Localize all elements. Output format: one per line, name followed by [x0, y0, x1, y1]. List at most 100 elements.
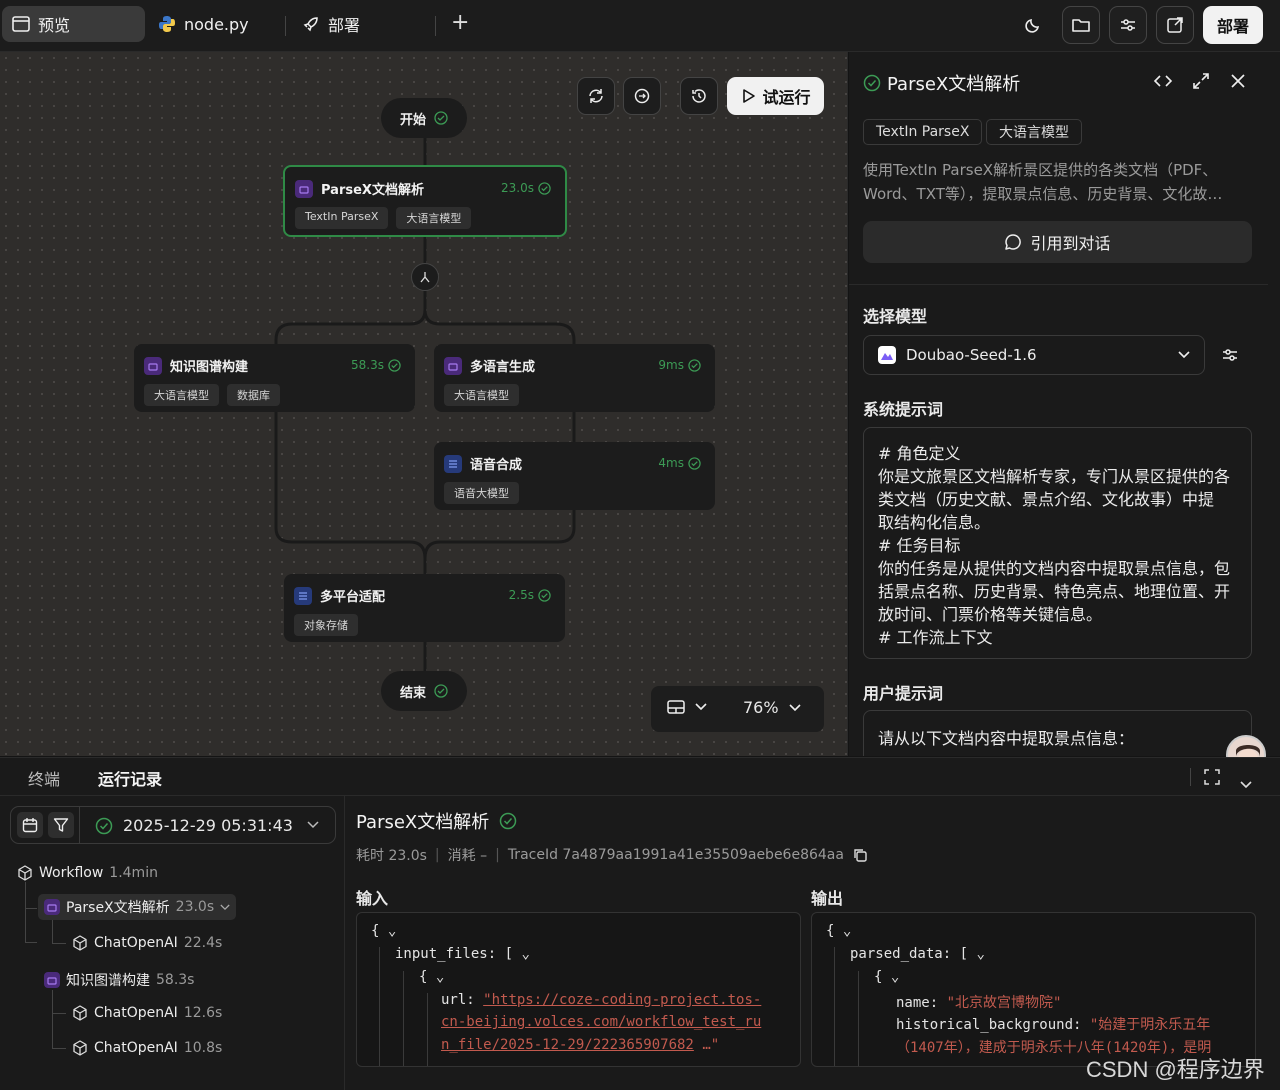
workflow-node-tts[interactable]: 语音合成 4ms 语音大模型: [434, 442, 715, 510]
workflow-node-knowledge-graph[interactable]: 知识图谱构建 58.3s 大语言模型 数据库: [134, 344, 415, 412]
tab-node-py-label: node.py: [184, 14, 249, 34]
tree-item-label: ParseX文档解析: [66, 900, 170, 916]
user-prompt-editor[interactable]: 请从以下文档内容中提取景点信息：: [863, 710, 1252, 756]
tree-item-chatopenai[interactable]: ChatOpenAI 22.4s: [72, 935, 222, 951]
workflow-node-parsex[interactable]: ParseX文档解析 23.0s TextIn ParseX 大语言模型: [283, 165, 567, 237]
prompt-line: 你是文旅景区文档解析专家，专门从景区提供的各: [878, 467, 1231, 486]
settings-button[interactable]: [1109, 6, 1147, 44]
code-view-button[interactable]: [1153, 72, 1173, 94]
node-duration: 9ms: [658, 358, 701, 372]
sync-button[interactable]: [623, 77, 661, 115]
prompt-line: 取结构化信息。: [878, 513, 991, 532]
model-settings-button[interactable]: [1221, 346, 1239, 368]
json-url[interactable]: n_file/2025-12-29/222365907682: [441, 1037, 694, 1053]
prompt-line: # 任务目标: [878, 536, 961, 555]
detail-duration: 耗时 23.0s: [356, 848, 427, 864]
node-header: ParseX文档解析: [295, 179, 424, 198]
collapse-button[interactable]: [1240, 774, 1252, 793]
json-url[interactable]: cn-beijing.volces.com/workflow_test_ru: [441, 1014, 761, 1030]
add-tab-button[interactable]: +: [451, 10, 469, 35]
tree-item-chatopenai[interactable]: ChatOpenAI 12.6s: [72, 1005, 222, 1021]
tab-divider: [285, 16, 286, 36]
tree-item-label: ChatOpenAI: [94, 1040, 178, 1056]
folder-button[interactable]: [1062, 6, 1100, 44]
chevron-down-icon[interactable]: ⌄: [976, 946, 984, 962]
zoom-dropdown[interactable]: 76%: [743, 698, 801, 717]
tab-terminal[interactable]: 终端: [28, 766, 60, 790]
fullscreen-icon: [1204, 769, 1220, 785]
output-json-viewer[interactable]: { ⌄ parsed_data: [ ⌄ { ⌄ name: "北京故宫博物院"…: [811, 912, 1256, 1067]
json-line: parsed_data: [ ⌄: [850, 946, 985, 962]
tree-item-workflow[interactable]: Workflow 1.4min: [17, 865, 158, 881]
node-duration: 23.0s: [501, 181, 551, 195]
indent-guide: [379, 947, 380, 1066]
close-panel-button[interactable]: [1230, 73, 1246, 93]
tree-item-chatopenai[interactable]: ChatOpenAI 10.8s: [72, 1040, 222, 1056]
test-run-label: 试运行: [762, 88, 811, 107]
history-button[interactable]: [680, 77, 718, 115]
bottom-panel: 终端 运行记录 2025-12-29 05:31:43 Workflow 1.4…: [0, 757, 1280, 1090]
tree-item-parsex[interactable]: ParseX文档解析 23.0s: [38, 894, 237, 920]
model-select[interactable]: Doubao-Seed-1.6: [863, 335, 1205, 375]
tab-node-py[interactable]: node.py: [148, 6, 259, 42]
chevron-down-icon[interactable]: ⌄: [891, 969, 899, 985]
node-config-panel: ParseX文档解析 TextIn ParseX 大语言模型 使用TextIn …: [849, 52, 1268, 756]
fullscreen-button[interactable]: [1204, 769, 1220, 789]
json-url[interactable]: "https://coze-coding-project.tos-: [483, 992, 761, 1008]
layout-icon: [667, 700, 685, 714]
run-datetime-value: 2025-12-29 05:31:43: [123, 816, 293, 835]
calendar-button[interactable]: [17, 812, 43, 838]
json-token: …": [702, 1037, 720, 1053]
chevron-down-icon[interactable]: ⌄: [388, 923, 396, 939]
node-duration-value: 4ms: [658, 456, 684, 470]
tree-item-knowledge-graph[interactable]: 知识图谱构建 58.3s: [44, 970, 194, 990]
tree-guide: [25, 908, 37, 909]
start-node[interactable]: 开始: [381, 98, 467, 138]
cite-to-chat-button[interactable]: 引用到对话: [863, 221, 1252, 263]
tab-preview[interactable]: 预览: [2, 6, 145, 42]
expand-button[interactable]: [1192, 72, 1210, 94]
filter-button[interactable]: [48, 812, 74, 838]
chevron-down-icon[interactable]: ⌄: [521, 946, 529, 962]
input-json-viewer[interactable]: { ⌄ input_files: [ ⌄ { ⌄ url: "https://c…: [356, 912, 801, 1067]
panel-scrollbar[interactable]: [1268, 52, 1280, 756]
sliders-icon: [1121, 19, 1135, 31]
zoom-toolbar: 76%: [651, 686, 824, 732]
tab-deploy[interactable]: 部署: [292, 6, 370, 42]
check-circle-icon: [434, 111, 448, 125]
refresh-button[interactable]: [577, 77, 615, 115]
node-tags: TextIn ParseX 大语言模型: [295, 207, 472, 229]
prompt-line: 放时间、门票价格等关键信息。: [878, 605, 1103, 624]
robot-icon: [144, 356, 162, 375]
json-token: {: [874, 969, 883, 985]
open-external-button[interactable]: [1156, 6, 1194, 44]
sliders-icon: [1223, 349, 1237, 361]
workflow-node-multiplatform[interactable]: 多平台适配 2.5s 对象存储: [284, 574, 565, 642]
json-line: name: "北京故宫博物院": [896, 992, 1061, 1012]
workflow-node-multilingual[interactable]: 多语言生成 9ms 大语言模型: [434, 344, 715, 412]
tree-guide: [52, 990, 53, 1048]
copy-icon[interactable]: [852, 847, 868, 863]
node-duration: 4ms: [658, 456, 701, 470]
system-prompt-editor[interactable]: # 角色定义 你是文旅景区文档解析专家，专门从景区提供的各 类文档（历史文献、景…: [863, 427, 1252, 659]
deploy-button[interactable]: 部署: [1203, 6, 1263, 44]
node-header: 多平台适配: [294, 586, 385, 605]
theme-toggle-button[interactable]: [1014, 6, 1052, 44]
branch-handle[interactable]: [411, 263, 439, 291]
refresh-icon: [589, 89, 603, 103]
json-key: input_files:: [395, 946, 497, 962]
end-node[interactable]: 结束: [381, 671, 467, 711]
chevron-down-icon[interactable]: ⌄: [436, 969, 444, 985]
panel-title: ParseX文档解析: [863, 70, 1020, 96]
check-circle-icon: [688, 456, 701, 470]
workflow-canvas[interactable]: 试运行 开始 ParseX文档解析 23.0s TextIn ParseX 大语…: [0, 52, 848, 756]
robot-icon: [295, 179, 313, 198]
tree-item-meta: 23.0s: [175, 899, 215, 915]
node-header: 知识图谱构建: [144, 356, 248, 375]
run-date-selector[interactable]: 2025-12-29 05:31:43: [10, 806, 336, 844]
tree-item-label: ChatOpenAI: [94, 1005, 178, 1021]
chevron-down-icon[interactable]: ⌄: [843, 923, 851, 939]
tab-run-history[interactable]: 运行记录: [98, 766, 162, 790]
test-run-button[interactable]: 试运行: [727, 77, 824, 115]
layout-dropdown[interactable]: [667, 699, 707, 715]
